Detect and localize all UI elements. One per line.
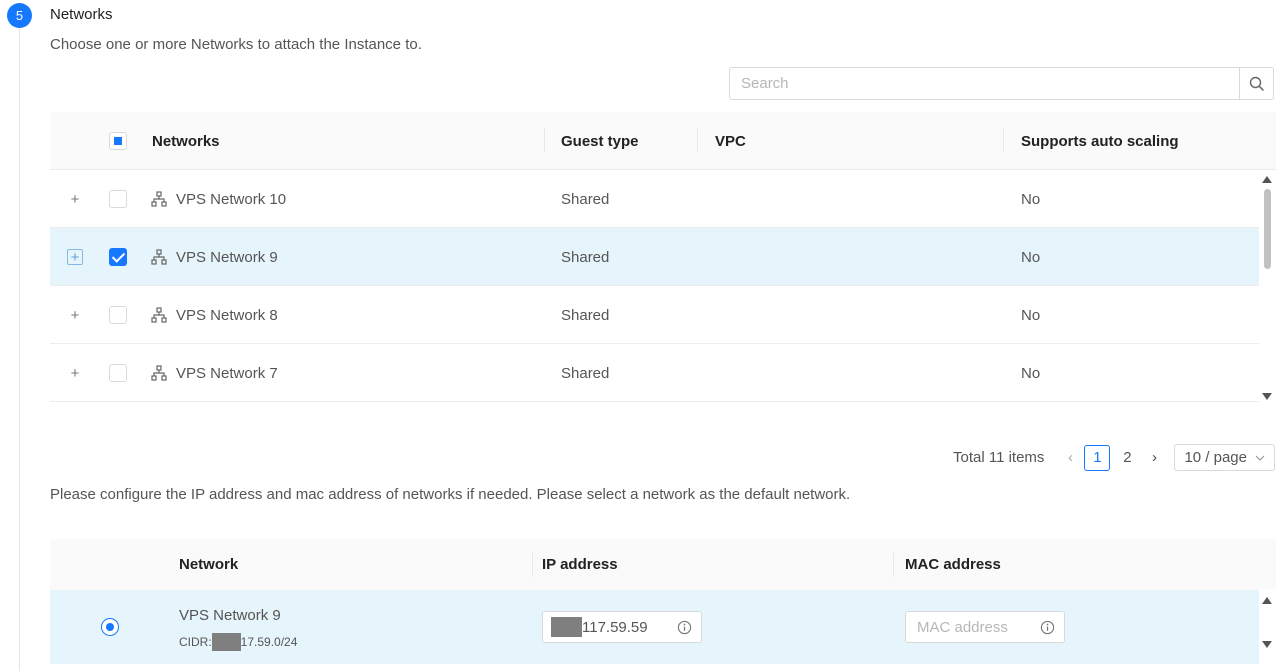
step-title: Networks: [50, 6, 113, 23]
auto-scaling: No: [1021, 248, 1041, 266]
step-description: Choose one or more Networks to attach th…: [50, 36, 422, 53]
search-icon: [1249, 76, 1264, 91]
page-1-button[interactable]: 1: [1084, 444, 1111, 471]
table-row[interactable]: + VPS Network 8 Shared No: [50, 286, 1259, 344]
config-table-scrollbar[interactable]: [1260, 597, 1274, 657]
guest-type: Shared: [561, 306, 610, 324]
info-icon[interactable]: [1040, 620, 1055, 635]
network-name[interactable]: VPS Network 9: [176, 228, 278, 286]
ip-address-input[interactable]: 117.59.59: [542, 611, 702, 643]
network-icon: [151, 365, 167, 381]
info-icon[interactable]: [677, 620, 692, 635]
network-icon: [151, 191, 167, 207]
column-header-vpc[interactable]: VPC: [715, 112, 746, 170]
network-name[interactable]: VPS Network 10: [176, 170, 286, 228]
row-checkbox[interactable]: [109, 364, 127, 382]
mac-address-placeholder: MAC address: [917, 618, 1008, 636]
network-config-header: Network IP address MAC address: [50, 539, 1276, 590]
chevron-right-icon[interactable]: ›: [1142, 449, 1166, 466]
search-button[interactable]: [1239, 68, 1273, 99]
column-header-networks[interactable]: Networks: [152, 112, 220, 170]
network-icon: [151, 249, 167, 265]
cidr-suffix: 17.59.0/24: [240, 635, 298, 649]
search-box: [729, 67, 1274, 100]
table-row[interactable]: + VPS Network 7 Shared No: [50, 344, 1259, 402]
row-checkbox[interactable]: [109, 306, 127, 324]
page-2-button[interactable]: 2: [1114, 445, 1140, 471]
ip-address-value: 117.59.59: [582, 618, 648, 636]
expand-row-plus-icon[interactable]: +: [67, 307, 83, 324]
default-network-radio[interactable]: [101, 618, 119, 636]
column-separator: [532, 553, 533, 577]
column-header-guest-type[interactable]: Guest type: [561, 112, 639, 170]
networks-table-header: Networks Guest type VPC Supports auto sc…: [50, 112, 1276, 170]
column-separator: [544, 128, 545, 152]
cidr-label: CIDR: 17.59.0/24: [179, 633, 297, 651]
page-size-select[interactable]: 10 / page: [1174, 444, 1275, 471]
column-header-auto-scaling[interactable]: Supports auto scaling: [1021, 112, 1179, 170]
auto-scaling: No: [1021, 306, 1041, 324]
scrollbar-thumb[interactable]: [1264, 189, 1271, 269]
scroll-down-arrow-icon[interactable]: [1262, 641, 1272, 648]
network-config-row: VPS Network 9 CIDR: 17.59.0/24 117.59.59…: [50, 590, 1259, 664]
networks-table: Networks Guest type VPC Supports auto sc…: [50, 112, 1276, 402]
scroll-down-arrow-icon[interactable]: [1262, 393, 1272, 400]
redacted-mask: [551, 617, 582, 637]
expand-row-plus-icon[interactable]: +: [67, 365, 83, 382]
redacted-mask: [211, 633, 241, 651]
mac-address-input[interactable]: MAC address: [905, 611, 1065, 643]
table-row-selected[interactable]: + VPS Network 9 Shared No: [50, 228, 1259, 286]
network-name[interactable]: VPS Network 8: [176, 286, 278, 344]
network-config-table: Network IP address MAC address VPS Netwo…: [50, 539, 1276, 664]
column-header-mac-address: MAC address: [905, 556, 1001, 573]
expand-row-plus-icon[interactable]: +: [67, 191, 83, 208]
chevron-down-icon: [1255, 455, 1265, 461]
step-number-badge: 5: [7, 3, 32, 28]
row-checkbox[interactable]: [109, 248, 127, 266]
guest-type: Shared: [561, 248, 610, 266]
page-size-value: 10 / page: [1184, 449, 1247, 466]
scroll-up-arrow-icon[interactable]: [1262, 176, 1272, 183]
auto-scaling: No: [1021, 190, 1041, 208]
step-connector-line: [19, 28, 20, 671]
cidr-prefix: CIDR:: [179, 635, 212, 649]
select-all-checkbox[interactable]: [109, 132, 127, 150]
networks-table-scrollbar[interactable]: [1260, 176, 1274, 406]
column-separator: [697, 128, 698, 152]
pagination: Total 11 items ‹ 1 2 › 10 / page: [953, 444, 1275, 471]
expand-row-plus-icon[interactable]: +: [67, 249, 83, 266]
row-checkbox[interactable]: [109, 190, 127, 208]
auto-scaling: No: [1021, 364, 1041, 382]
scroll-up-arrow-icon[interactable]: [1262, 597, 1272, 604]
pagination-total: Total 11 items: [953, 449, 1045, 466]
network-name[interactable]: VPS Network 7: [176, 344, 278, 402]
search-input[interactable]: [730, 68, 1239, 99]
column-header-network: Network: [179, 556, 239, 573]
network-icon: [151, 307, 167, 323]
column-header-ip-address: IP address: [542, 556, 618, 573]
chevron-left-icon[interactable]: ‹: [1058, 449, 1082, 466]
guest-type: Shared: [561, 190, 610, 208]
column-separator: [893, 553, 894, 577]
guest-type: Shared: [561, 364, 610, 382]
column-separator: [1003, 128, 1004, 152]
table-row[interactable]: + VPS Network 10 Shared No: [50, 170, 1259, 228]
config-network-name: VPS Network 9: [179, 607, 281, 624]
config-instructions: Please configure the IP address and mac …: [50, 486, 851, 503]
